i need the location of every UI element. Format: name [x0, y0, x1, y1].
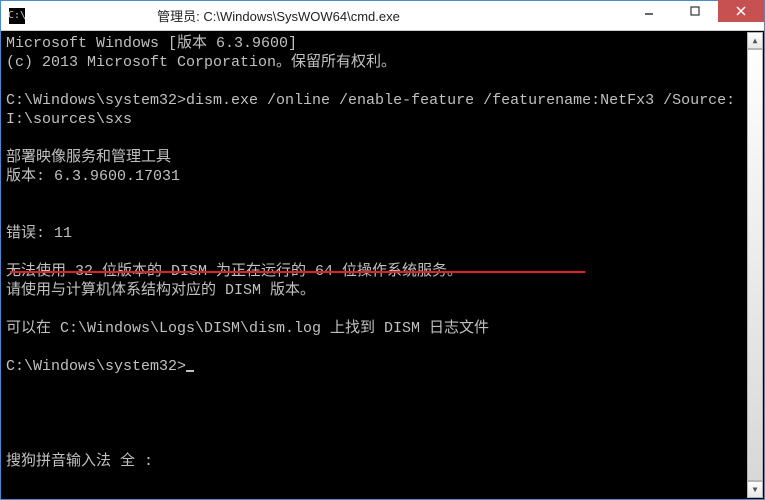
error-msg-1: 无法使用 32 位版本的 DISM 为正在运行的 64 位操作系统服务。 [6, 263, 462, 280]
scroll-up-button[interactable]: ▲ [747, 32, 763, 49]
tool-name-line: 部署映像服务和管理工具 [6, 149, 171, 166]
prompt-path: C:\Windows\system32> [6, 92, 186, 109]
log-location-line: 可以在 C:\Windows\Logs\DISM\dism.log 上找到 DI… [6, 320, 489, 337]
error-msg-2: 请使用与计算机体系结构对应的 DISM 版本。 [6, 282, 315, 299]
window-controls [626, 1, 764, 30]
window-title: 管理员: C:\Windows\SysWOW64\cmd.exe [0, 6, 626, 25]
copyright-line: (c) 2013 Microsoft Corporation。保留所有权利。 [6, 54, 396, 71]
prompt-2: C:\Windows\system32> [6, 358, 186, 375]
scroll-track[interactable] [747, 49, 763, 481]
terminal-output[interactable]: Microsoft Windows [版本 6.3.9600] (c) 2013… [2, 32, 763, 498]
vertical-scrollbar[interactable]: ▲ ▼ [747, 32, 763, 498]
scroll-down-button[interactable]: ▼ [747, 481, 763, 498]
minimize-button[interactable] [626, 0, 672, 22]
ime-status-line: 搜狗拼音输入法 全 : [6, 453, 153, 470]
error-code-line: 错误: 11 [6, 225, 72, 242]
close-button[interactable] [718, 0, 764, 22]
version-line: Microsoft Windows [版本 6.3.9600] [6, 35, 297, 52]
scroll-thumb[interactable] [747, 49, 763, 481]
maximize-button[interactable] [672, 0, 718, 22]
titlebar: C:\ 管理员: C:\Windows\SysWOW64\cmd.exe [1, 1, 764, 31]
cursor [186, 370, 194, 372]
cmd-window: C:\ 管理员: C:\Windows\SysWOW64\cmd.exe Mic… [0, 0, 765, 500]
tool-version-line: 版本: 6.3.9600.17031 [6, 168, 180, 185]
